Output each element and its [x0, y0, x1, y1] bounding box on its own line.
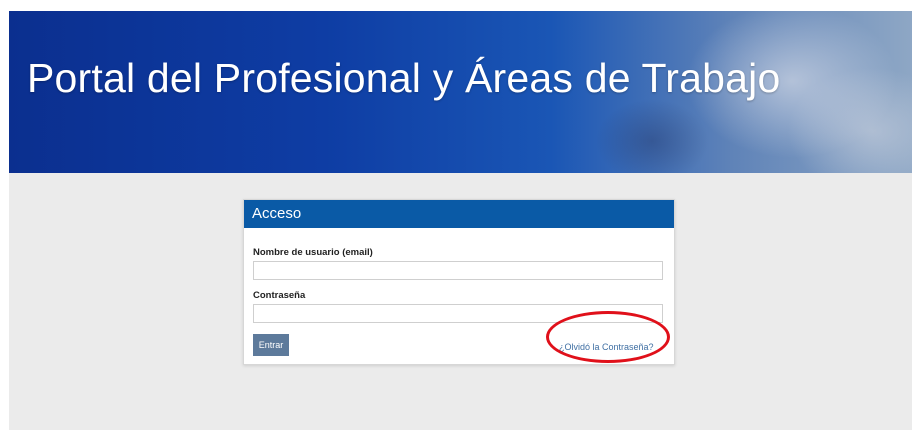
password-input[interactable] — [253, 304, 663, 323]
forgot-password-link[interactable]: ¿Olvidó la Contraseña? — [559, 342, 654, 352]
login-button[interactable]: Entrar — [253, 334, 289, 356]
username-input[interactable] — [253, 261, 663, 280]
page-title: Portal del Profesional y Áreas de Trabaj… — [27, 55, 781, 101]
login-panel-header: Acceso — [244, 200, 674, 228]
login-panel: Acceso Nombre de usuario (email) Contras… — [243, 199, 675, 365]
header-banner: Portal del Profesional y Áreas de Trabaj… — [9, 11, 912, 173]
username-label: Nombre de usuario (email) — [253, 247, 373, 258]
password-label: Contraseña — [253, 290, 306, 301]
page-background: Portal del Profesional y Áreas de Trabaj… — [9, 11, 912, 430]
